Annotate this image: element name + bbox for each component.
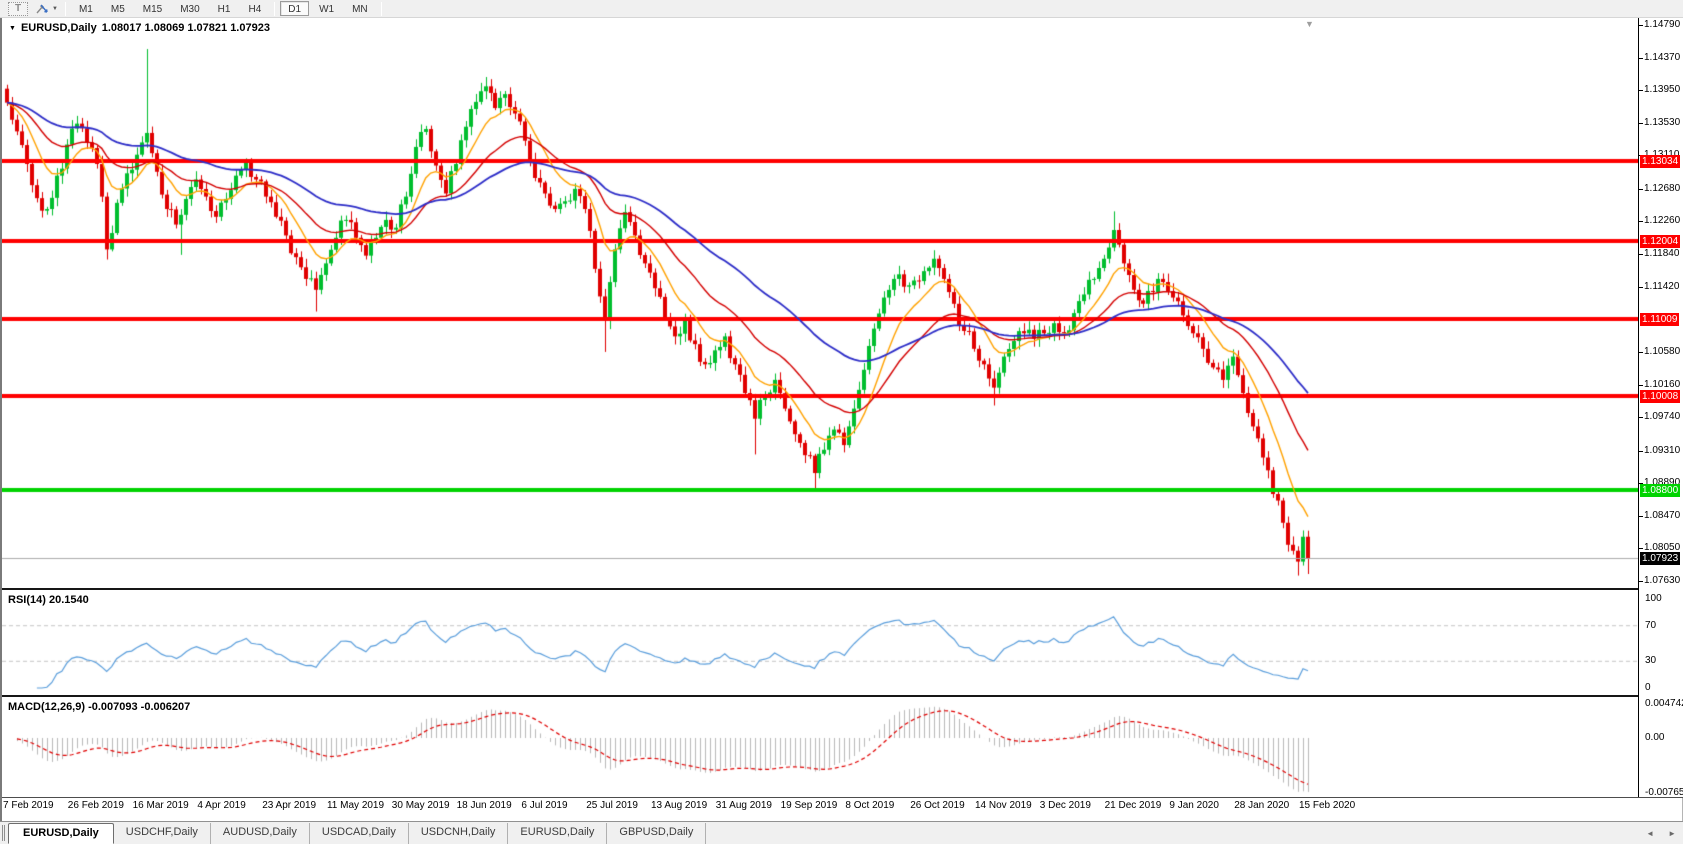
date-axis-tick: 3 Dec 2019 (1040, 800, 1091, 811)
hline-price-label: 1.11009 (1640, 313, 1679, 326)
chart-tab-usdcad-3[interactable]: USDCAD,Daily (310, 823, 409, 844)
price-axis-tick: 1.10160 (1644, 379, 1680, 390)
price-axis-tick: 1.07630 (1644, 575, 1680, 586)
macd-axis-tick: -0.007656 (1645, 787, 1683, 798)
date-axis-tick: 15 Feb 2020 (1299, 800, 1355, 811)
date-axis-tick: 16 Mar 2019 (133, 800, 189, 811)
timeframe-button-mn[interactable]: MN (344, 1, 376, 16)
date-axis-tick: 8 Oct 2019 (845, 800, 894, 811)
rsi-axis-tick: 100 (1645, 593, 1662, 604)
text-tool-button[interactable]: T (8, 2, 28, 16)
rsi-axis-tick: 70 (1645, 620, 1656, 631)
ohlc-values: 1.08017 1.08069 1.07821 1.07923 (102, 22, 270, 34)
hline-price-label: 1.13034 (1640, 155, 1680, 168)
dropdown-caret-icon[interactable]: ▼ (52, 6, 58, 12)
arrows-icon (35, 3, 49, 15)
date-axis-tick: 23 Apr 2019 (262, 800, 316, 811)
rsi-axis-tick: 0 (1645, 682, 1651, 693)
timeframe-button-w1[interactable]: W1 (311, 1, 342, 16)
date-axis-tick: 19 Sep 2019 (781, 800, 838, 811)
toolbar: T ▼ M1M5M15M30H1H4 D1W1MN (0, 0, 1683, 18)
timeframe-button-group: M1M5M15M30H1H4 (70, 1, 270, 16)
date-axis-tick: 28 Jan 2020 (1234, 800, 1289, 811)
toolbar-separator (274, 2, 275, 16)
timeframe-button-m15[interactable]: M15 (135, 1, 170, 16)
price-axis-tick: 1.11840 (1644, 248, 1679, 259)
panel-separator[interactable] (2, 695, 1683, 697)
chart-shift-marker-icon[interactable]: ▼ (1305, 19, 1314, 29)
price-axis-tick: 1.08470 (1644, 510, 1680, 521)
date-axis-tick: 25 Jul 2019 (586, 800, 638, 811)
macd-axis-tick: 0.004742 (1645, 698, 1683, 709)
tab-scroll-right-icon[interactable]: ► (1661, 829, 1683, 844)
date-axis-tick: 31 Aug 2019 (716, 800, 772, 811)
price-axis-tick: 1.09310 (1644, 445, 1680, 456)
arrange-tool-button[interactable]: ▼ (35, 3, 58, 15)
rsi-axis-tick: 30 (1645, 655, 1656, 666)
tabbar-drag-handle[interactable] (2, 825, 5, 841)
date-axis-tick: 4 Apr 2019 (197, 800, 245, 811)
timeframe-button-m1[interactable]: M1 (71, 1, 101, 16)
price-axis-tick: 1.12260 (1644, 215, 1680, 226)
chart-tab-eurusd-0[interactable]: EURUSD,Daily (8, 823, 114, 844)
chart-title: ▼ EURUSD,Daily 1.08017 1.08069 1.07821 1… (9, 22, 270, 34)
price-axis-tick: 1.13530 (1644, 117, 1680, 128)
symbol-period-label: EURUSD,Daily (21, 22, 97, 34)
hline-price-label: 1.08800 (1640, 484, 1680, 497)
date-axis-tick: 26 Oct 2019 (910, 800, 964, 811)
timeframe-button-h4[interactable]: H4 (240, 1, 269, 16)
timeframe-button-d1[interactable]: D1 (280, 1, 309, 16)
price-axis[interactable]: 1.147901.143701.139501.135301.131101.126… (1638, 18, 1683, 797)
timeframe-button-h1[interactable]: H1 (210, 1, 239, 16)
price-axis-tick: 1.13950 (1644, 84, 1680, 95)
chart-tab-usdcnh-4[interactable]: USDCNH,Daily (409, 823, 509, 844)
macd-axis-tick: 0.00 (1645, 732, 1664, 743)
hline-price-label: 1.12004 (1640, 235, 1680, 248)
price-axis-tick: 1.10580 (1644, 346, 1680, 357)
date-axis-tick: 21 Dec 2019 (1105, 800, 1162, 811)
date-axis-tick: 30 May 2019 (392, 800, 450, 811)
price-chart-canvas[interactable] (2, 18, 1638, 588)
hline-price-label: 1.10008 (1640, 390, 1680, 403)
price-axis-tick: 1.12680 (1644, 183, 1680, 194)
date-axis[interactable]: 7 Feb 2019 26 Feb 2019 16 Mar 2019 4 Apr 20… (2, 798, 1638, 821)
date-axis-tick: 13 Aug 2019 (651, 800, 707, 811)
price-axis-tick: 1.14790 (1644, 19, 1680, 30)
date-axis-tick: 7 Feb 2019 (3, 800, 54, 811)
chart-tab-eurusd-5[interactable]: EURUSD,Daily (508, 823, 607, 844)
date-axis-tick: 26 Feb 2019 (68, 800, 124, 811)
rsi-panel-canvas[interactable] (2, 590, 1638, 695)
toolbar-separator (65, 2, 66, 16)
current-price-label: 1.07923 (1640, 552, 1680, 565)
timeframe-button-m5[interactable]: M5 (103, 1, 133, 16)
price-axis-tick: 1.09740 (1644, 411, 1680, 422)
macd-indicator-label: MACD(12,26,9) -0.007093 -0.006207 (8, 701, 190, 713)
chart-tab-gbpusd-6[interactable]: GBPUSD,Daily (607, 823, 706, 844)
toolbar-separator (381, 2, 382, 16)
macd-panel-canvas[interactable] (2, 697, 1638, 797)
date-axis-tick: 6 Jul 2019 (521, 800, 567, 811)
chart-window: ▼ EURUSD,Daily 1.08017 1.08069 1.07821 1… (0, 18, 1683, 821)
chart-tab-bar: EURUSD,DailyUSDCHF,DailyAUDUSD,DailyUSDC… (0, 821, 1683, 844)
date-axis-tick: 11 May 2019 (327, 800, 384, 811)
rsi-indicator-label: RSI(14) 20.1540 (8, 594, 89, 606)
date-axis-tick: 14 Nov 2019 (975, 800, 1032, 811)
price-axis-tick: 1.14370 (1644, 52, 1680, 63)
date-axis-tick: 18 Jun 2019 (457, 800, 512, 811)
timeframe-button-m30[interactable]: M30 (172, 1, 207, 16)
tabs-container: EURUSD,DailyUSDCHF,DailyAUDUSD,DailyUSDC… (8, 823, 706, 844)
title-dropdown-icon[interactable]: ▼ (9, 25, 16, 32)
chart-tab-usdchf-1[interactable]: USDCHF,Daily (114, 823, 211, 844)
price-axis-tick: 1.11420 (1644, 281, 1679, 292)
timeframe-button-group: D1W1MN (279, 1, 376, 16)
panel-separator[interactable] (2, 588, 1683, 590)
chart-tab-audusd-2[interactable]: AUDUSD,Daily (211, 823, 310, 844)
tab-scroll-left-icon[interactable]: ◄ (1639, 829, 1661, 844)
date-axis-tick: 9 Jan 2020 (1169, 800, 1219, 811)
